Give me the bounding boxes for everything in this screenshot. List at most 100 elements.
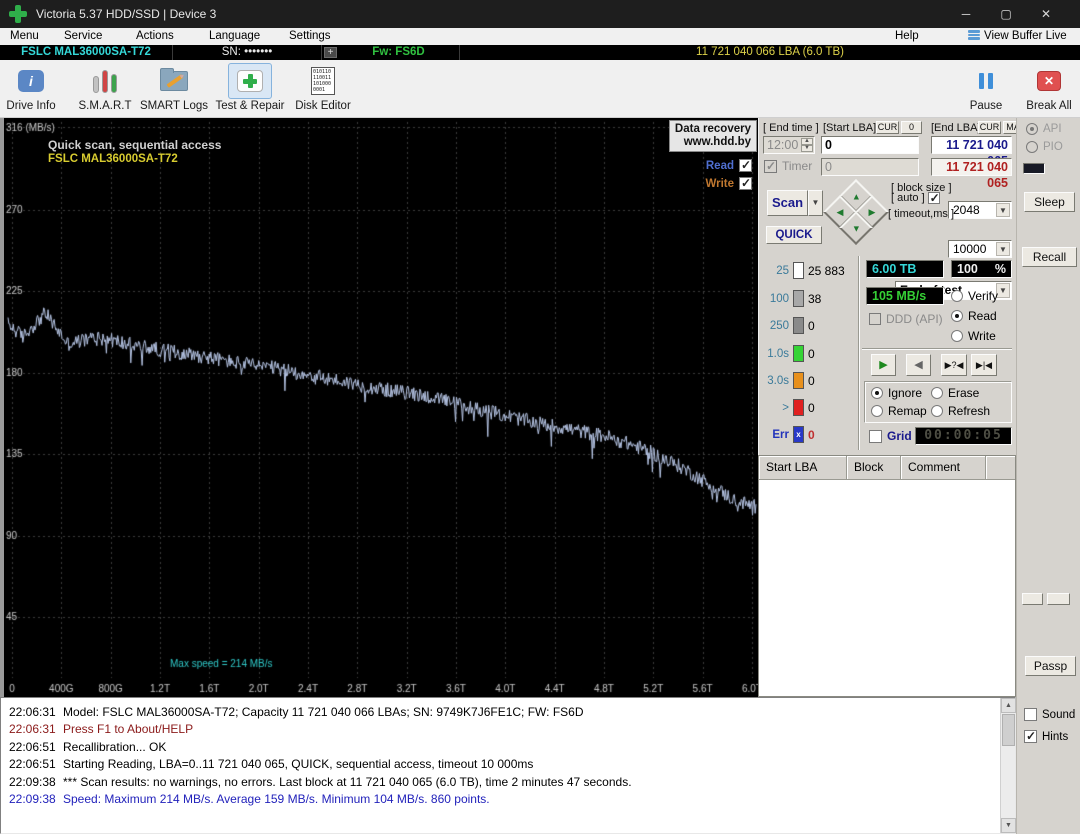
end-lba-cur-button[interactable]: CUR <box>978 121 1001 134</box>
table-header-block[interactable]: Block <box>847 456 901 480</box>
pause-icon <box>979 73 993 89</box>
device-info-bar: FSLC MAL36000SA-T72 SN: ••••••• + Fw: FS… <box>0 45 1080 60</box>
hints-row: Hints <box>1024 730 1068 743</box>
grid-checkbox[interactable] <box>869 430 882 443</box>
smart-button[interactable]: S.M.A.R.T <box>72 63 138 112</box>
buffer-icon <box>968 30 980 40</box>
read-radio[interactable] <box>951 310 963 322</box>
write-radio[interactable] <box>951 330 963 342</box>
timeout-label: [ timeout,ms ] <box>888 208 954 220</box>
start-lba-input[interactable]: 0 <box>821 136 919 154</box>
refresh-row: Refresh <box>931 404 990 418</box>
spinner-down-icon[interactable]: ▼ <box>801 145 813 152</box>
log-panel[interactable]: 22:06:31Model: FSLC MAL36000SA-T72; Capa… <box>0 697 1016 834</box>
speed-curve-canvas <box>4 118 758 697</box>
log-line: 22:09:38*** Scan results: no warnings, n… <box>1 774 991 791</box>
table-header-start-lba[interactable]: Start LBA <box>759 456 847 480</box>
smart-logs-button[interactable]: SMART Logs <box>138 63 210 112</box>
elapsed-time-display: 00:00:05 <box>915 427 1012 445</box>
close-button[interactable]: ✕ <box>1026 0 1066 28</box>
break-icon: ✕ <box>1037 71 1061 91</box>
stats-divider <box>858 256 860 450</box>
ddd-api-row: DDD (API) <box>869 312 943 326</box>
menu-item-help[interactable]: Help <box>895 29 919 44</box>
play-button[interactable]: ▶ <box>871 354 896 376</box>
view-buffer-live[interactable]: View Buffer Live <box>968 29 1067 44</box>
scan-dropdown-button[interactable]: ▼ <box>808 190 823 216</box>
passp-button[interactable]: Passp <box>1025 656 1076 676</box>
pio-row: PIO <box>1026 141 1063 153</box>
speed-lcd: 105 MB/s <box>866 287 944 305</box>
show-serial-button[interactable]: + <box>324 47 337 58</box>
erase-radio[interactable] <box>931 387 943 399</box>
recall-button[interactable]: Recall <box>1022 247 1077 267</box>
log-line: 22:06:31Press F1 to About/HELP <box>1 721 991 738</box>
bucket-swatch <box>793 372 804 389</box>
legend-write: Write <box>705 177 752 190</box>
mini-button-1[interactable] <box>1022 593 1043 605</box>
menu-item-settings[interactable]: Settings <box>289 29 331 44</box>
log-line: 22:06:51Starting Reading, LBA=0..11 721 … <box>1 756 991 773</box>
break-all-button[interactable]: ✕ Break All <box>1020 63 1078 112</box>
start-lba-cur-button[interactable]: CUR <box>876 121 899 134</box>
scan-button[interactable]: Scan <box>767 190 808 216</box>
drive-info-button[interactable]: i Drive Info <box>2 63 60 112</box>
title-bar: Victoria 5.37 HDD/SSD | Device 3 ─ ▢ ✕ <box>0 0 1080 28</box>
timer-checkbox[interactable] <box>764 160 777 173</box>
scroll-up-icon[interactable]: ▲ <box>1001 698 1016 713</box>
start-lba-label: [Start LBA] <box>823 122 876 134</box>
timeout-select[interactable]: 10000▼ <box>948 240 1012 258</box>
pio-radio[interactable] <box>1026 141 1038 153</box>
quick-button[interactable]: QUICK <box>766 226 822 244</box>
table-header-comment[interactable]: Comment <box>901 456 986 480</box>
drive-info-icon: i <box>18 70 44 92</box>
scrollbar-thumb[interactable] <box>1002 714 1015 746</box>
spinner-up-icon[interactable]: ▲ <box>801 138 813 145</box>
device-serial: SN: ••••••• <box>173 45 322 60</box>
menu-item-menu[interactable]: Menu <box>10 29 39 44</box>
start-lba-zero-button[interactable]: 0 <box>901 121 922 134</box>
sound-checkbox[interactable] <box>1024 708 1037 721</box>
chevron-down-icon: ▼ <box>996 283 1010 298</box>
minimize-button[interactable]: ─ <box>946 0 986 28</box>
maximize-button[interactable]: ▢ <box>986 0 1026 28</box>
down-arrow-icon: ▼ <box>852 223 861 233</box>
timer-row: Timer <box>764 159 812 173</box>
read-checkbox[interactable] <box>739 159 752 172</box>
pause-button[interactable]: Pause <box>958 63 1014 112</box>
bucket-swatch <box>793 317 804 334</box>
device-capacity: 11 721 040 066 LBA (6.0 TB) <box>460 45 1080 60</box>
sleep-button[interactable]: Sleep <box>1024 192 1075 212</box>
defect-table[interactable]: Start LBA Block Comment <box>758 455 1016 697</box>
scroll-down-icon[interactable]: ▼ <box>1001 818 1016 833</box>
menu-item-actions[interactable]: Actions <box>136 29 174 44</box>
disk-editor-button[interactable]: 010110 110011 101000 0001 Disk Editor <box>292 63 354 112</box>
first-aid-icon <box>237 70 263 92</box>
ignore-radio[interactable] <box>871 387 883 399</box>
ddd-api-checkbox[interactable] <box>869 313 881 325</box>
verify-radio[interactable] <box>951 290 963 302</box>
grid-row: Grid <box>869 429 912 443</box>
api-radio[interactable] <box>1026 123 1038 135</box>
end-lba-field[interactable]: 11 721 040 065 <box>931 136 1012 154</box>
step-back-button[interactable]: ◀ <box>906 354 931 376</box>
log-scrollbar[interactable]: ▲ ▼ <box>1000 698 1015 833</box>
remap-radio[interactable] <box>871 405 883 417</box>
end-time-spinner[interactable]: 12:00 ▲ ▼ <box>763 136 815 154</box>
menu-item-language[interactable]: Language <box>209 29 260 44</box>
hints-checkbox[interactable] <box>1024 730 1037 743</box>
seek-end-button[interactable]: ▶|◀ <box>971 354 997 376</box>
menu-item-service[interactable]: Service <box>64 29 102 44</box>
device-model: FSLC MAL36000SA-T72 <box>0 45 173 60</box>
timer-input[interactable]: 0 <box>821 158 919 176</box>
bucket-row: 3.0s0 <box>763 372 815 389</box>
auto-checkbox[interactable] <box>928 192 940 204</box>
block-size-select[interactable]: 2048▼ <box>948 201 1012 219</box>
log-line: 22:06:31Model: FSLC MAL36000SA-T72; Capa… <box>1 704 991 721</box>
seek-error-button[interactable]: ▶?◀ <box>941 354 967 376</box>
write-checkbox[interactable] <box>739 177 752 190</box>
test-repair-button[interactable]: Test & Repair <box>208 63 292 112</box>
write-row: Write <box>951 329 996 343</box>
mini-button-2[interactable] <box>1047 593 1070 605</box>
refresh-radio[interactable] <box>931 405 943 417</box>
